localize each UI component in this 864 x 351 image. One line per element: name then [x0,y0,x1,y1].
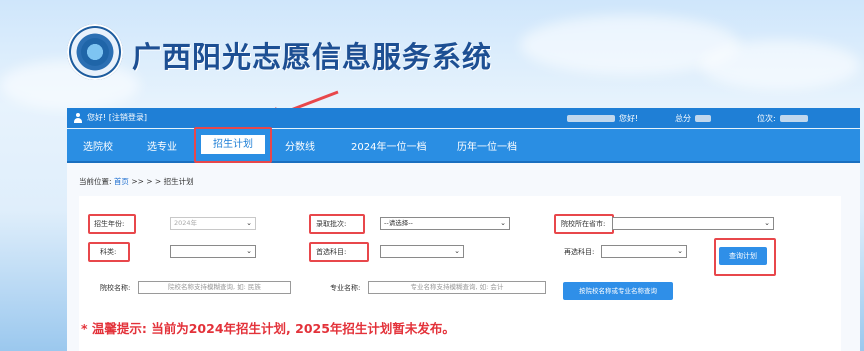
score-blurred [695,115,711,122]
chevron-down-icon: ⌄ [246,219,252,227]
year-select-value: 2024年 [174,219,198,227]
highlight-box-batch [309,214,365,234]
tab-select-major[interactable]: 选专业 [147,138,177,153]
chevron-down-icon: ⌄ [677,247,683,255]
batch-select-value: --请选择-- [384,219,413,227]
school-name-input[interactable]: 院校名称支持模糊查询, 如: 民族 [138,281,291,294]
highlight-box-province [554,214,614,234]
highlight-box-first-subject [309,242,369,262]
main-nav: 选院校 选专业 分数线 2024年一位一档 历年一位一档 [67,129,860,163]
highlight-box-category [88,242,130,262]
notice-text: * 温馨提示: 当前为2024年招生计划, 2025年招生计划暂未发布。 [81,321,455,336]
rank-label: 位次: [757,114,776,123]
major-name-input[interactable]: 专业名称支持模糊查询, 如: 会计 [368,281,546,294]
category-select[interactable]: ⌄ [170,245,256,258]
chevron-down-icon: ⌄ [246,247,252,255]
breadcrumb-current: 招生计划 [163,177,194,186]
second-subject-select[interactable]: ⌄ [601,245,687,258]
first-subject-select[interactable]: ⌄ [380,245,464,258]
user-bar: 您好! [注销登录] 您好! 总分 位次: [67,108,860,128]
chevron-down-icon: ⌄ [764,219,770,227]
chevron-down-icon: ⌄ [454,247,460,255]
search-by-name-button[interactable]: 按院校名称或专业名称查询 [563,282,673,300]
score-label: 总分 [675,114,691,123]
school-name-label: 院校名称: [100,284,131,292]
province-select[interactable]: ⌄ [612,217,774,230]
rank-blurred [779,115,808,122]
major-name-label: 专业名称: [330,284,361,292]
user-icon [73,112,83,123]
highlight-box-year [88,214,136,234]
greeting-text[interactable]: 您好! [注销登录] [87,112,147,123]
breadcrumb-home-link[interactable]: 首页 [114,177,129,186]
year-select[interactable]: 2024年 ⌄ [170,217,256,230]
batch-select[interactable]: --请选择-- ⌄ [380,217,510,230]
chevron-down-icon: ⌄ [500,219,506,227]
breadcrumb-separator: >> > > [131,177,162,186]
tab-history-rank-table[interactable]: 历年一位一档 [457,138,517,153]
username-blurred [567,115,615,122]
highlight-box-query [714,238,776,276]
highlight-box-tab [194,127,272,163]
tab-select-school[interactable]: 选院校 [83,138,113,153]
note-label: 您好! [619,114,639,123]
breadcrumb-prefix: 当前位置: [79,177,112,186]
breadcrumb: 当前位置: 首页 >> > > 招生计划 [79,176,194,187]
tab-score-line[interactable]: 分数线 [285,138,315,153]
second-subject-label: 再选科目: [564,248,595,256]
tab-2024-rank-table[interactable]: 2024年一位一档 [351,138,426,153]
